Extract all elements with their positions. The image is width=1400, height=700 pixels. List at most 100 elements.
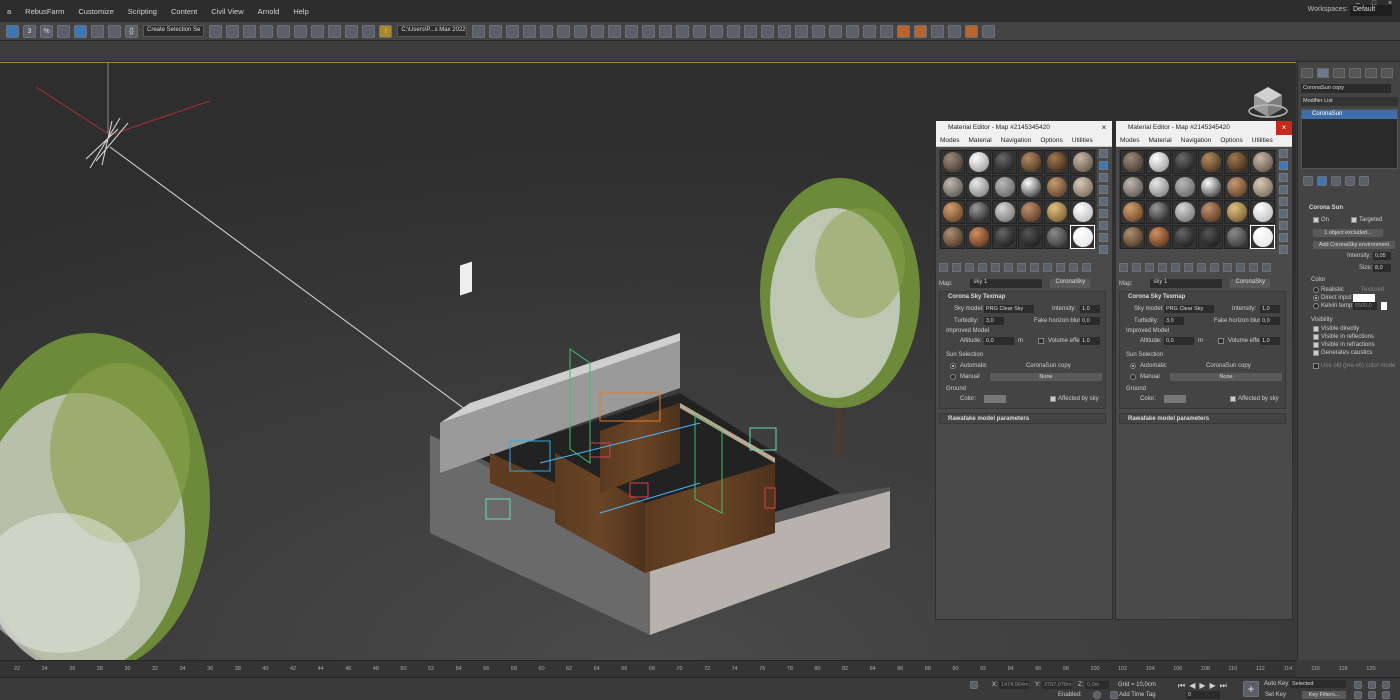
mat-id-icon[interactable] xyxy=(1030,263,1039,272)
zoom-icon[interactable] xyxy=(1368,681,1376,689)
rawafake-header[interactable]: Rawafake model parameters xyxy=(1120,414,1285,424)
reset-icon[interactable] xyxy=(978,263,987,272)
menu-item-a[interactable]: a xyxy=(0,7,18,16)
background-icon[interactable] xyxy=(1099,173,1108,182)
material-slot[interactable] xyxy=(940,200,965,224)
folder-icon[interactable] xyxy=(948,24,962,38)
turbidity-spinner[interactable]: 3,0 xyxy=(984,317,1004,325)
helper-icon[interactable] xyxy=(659,24,673,38)
show-end-result-icon[interactable] xyxy=(1317,176,1327,186)
library-icon[interactable] xyxy=(1017,263,1026,272)
rollout-header[interactable]: Corona Sky Texmap xyxy=(1120,292,1285,302)
direct-input-radio[interactable] xyxy=(1313,295,1319,301)
automatic-radio[interactable] xyxy=(950,363,956,369)
material-slot[interactable] xyxy=(1044,225,1069,249)
proxy-icon[interactable] xyxy=(778,24,792,38)
sky-icon[interactable] xyxy=(761,24,775,38)
fov-icon[interactable] xyxy=(1368,691,1376,699)
teapot-icon[interactable] xyxy=(863,24,877,38)
maximize-icon[interactable]: □ xyxy=(1366,0,1382,9)
snap-3-icon[interactable]: 3 xyxy=(23,24,36,38)
sky-model-dropdown[interactable]: PRG Clear Sky xyxy=(984,305,1034,313)
render-icon[interactable] xyxy=(897,24,911,38)
altitude-spinner[interactable]: 0,0 xyxy=(984,337,1014,345)
camera-icon[interactable] xyxy=(642,24,656,38)
video-check-icon[interactable] xyxy=(1099,197,1108,206)
percent-snap-icon[interactable]: % xyxy=(40,24,53,38)
show-end-icon[interactable] xyxy=(1236,263,1245,272)
orbit-icon[interactable] xyxy=(1354,691,1362,699)
visible-reflections-checkbox[interactable] xyxy=(1313,334,1319,340)
volume-effect-checkbox[interactable] xyxy=(1218,338,1224,344)
lightmix-icon[interactable] xyxy=(829,24,843,38)
map-type-button[interactable]: CoronaSky xyxy=(1050,279,1091,288)
spinner-snap-icon[interactable] xyxy=(57,24,70,38)
altitude-spinner[interactable]: 0,0 xyxy=(1164,337,1194,345)
light-icon[interactable] xyxy=(625,24,639,38)
ground-color-swatch[interactable] xyxy=(984,395,1006,403)
material-slot[interactable] xyxy=(940,175,965,199)
material-slot[interactable] xyxy=(992,200,1017,224)
material-slot[interactable] xyxy=(1198,225,1223,249)
material-slot[interactable] xyxy=(940,225,965,249)
close-icon[interactable]: × xyxy=(1276,121,1292,135)
create-selection-set-dropdown[interactable]: Create Selection Se xyxy=(143,25,205,37)
intensity-spinner[interactable]: 1,0 xyxy=(1260,305,1280,313)
options-icon[interactable] xyxy=(1099,221,1108,230)
merge-icon[interactable] xyxy=(540,24,554,38)
x-coordinate[interactable]: 1474,964m xyxy=(999,681,1029,689)
time-tag-icon[interactable] xyxy=(1093,691,1101,699)
material-editor-2-titlebar[interactable]: Material Editor - Map #2145345420 × xyxy=(1116,121,1292,135)
mat-id-icon[interactable] xyxy=(1210,263,1219,272)
material-slot[interactable] xyxy=(1146,175,1171,199)
manual-sun-button[interactable]: None xyxy=(990,373,1102,381)
manual-radio[interactable] xyxy=(950,374,956,380)
material-slot[interactable] xyxy=(1198,150,1223,174)
close-icon[interactable]: × xyxy=(1382,0,1398,9)
automatic-radio[interactable] xyxy=(1130,363,1136,369)
material-slot[interactable] xyxy=(992,225,1017,249)
object-name-field[interactable]: CoronaSun copy xyxy=(1301,84,1391,93)
go-parent-icon[interactable] xyxy=(1069,263,1078,272)
targeted-checkbox[interactable] xyxy=(1351,217,1357,223)
key-filters-button[interactable]: Key Filters... xyxy=(1302,691,1346,699)
open-icon[interactable] xyxy=(472,24,486,38)
material-slot[interactable] xyxy=(1250,175,1275,199)
decal-icon[interactable] xyxy=(812,24,826,38)
copy-icon[interactable] xyxy=(1171,263,1180,272)
system-icon[interactable] xyxy=(693,24,707,38)
auto-key-button[interactable]: Auto Key xyxy=(1264,681,1288,687)
material-slot[interactable] xyxy=(1198,175,1223,199)
align-icon[interactable] xyxy=(226,24,240,38)
assign-icon[interactable] xyxy=(1145,263,1154,272)
menu-item-rebusfarm[interactable]: RebusFarm xyxy=(18,7,71,16)
link-icon[interactable] xyxy=(574,24,588,38)
layer-explorer-icon[interactable] xyxy=(243,24,257,38)
menu-item-arnold[interactable]: Arnold xyxy=(251,7,287,16)
material-editor-1-titlebar[interactable]: Material Editor - Map #2145345420 × xyxy=(936,121,1112,135)
go-sibling-icon[interactable] xyxy=(1082,263,1091,272)
backlight-icon[interactable] xyxy=(1099,161,1108,170)
volume-effect-spinner[interactable]: 1,0 xyxy=(1260,337,1280,345)
map-name-field[interactable]: sky 1 xyxy=(970,279,1043,288)
shape-icon[interactable] xyxy=(727,24,741,38)
unique-icon[interactable] xyxy=(1004,263,1013,272)
intensity-spinner[interactable]: 1,0 xyxy=(1080,305,1100,313)
material-navigator-icon[interactable] xyxy=(1099,245,1108,254)
mirror-icon[interactable] xyxy=(209,24,223,38)
material-slot[interactable] xyxy=(1224,150,1249,174)
on-checkbox[interactable] xyxy=(1313,217,1319,223)
manual-radio[interactable] xyxy=(1130,374,1136,380)
turbidity-spinner[interactable]: 3,0 xyxy=(1164,317,1184,325)
material-editor-window-2[interactable]: Material Editor - Map #2145345420 × Mode… xyxy=(1115,120,1293,620)
select-by-material-icon[interactable] xyxy=(1279,233,1288,242)
material-slot[interactable] xyxy=(940,150,965,174)
material-slot[interactable] xyxy=(1172,150,1197,174)
unlink-icon[interactable] xyxy=(591,24,605,38)
fire-icon[interactable] xyxy=(931,24,945,38)
video-check-icon[interactable] xyxy=(1279,197,1288,206)
named-selection-icon[interactable]: {} xyxy=(125,24,138,38)
menu-navigation[interactable]: Navigation xyxy=(1181,135,1212,146)
map-name-field[interactable]: sky 1 xyxy=(1150,279,1223,288)
material-slot[interactable] xyxy=(1224,175,1249,199)
